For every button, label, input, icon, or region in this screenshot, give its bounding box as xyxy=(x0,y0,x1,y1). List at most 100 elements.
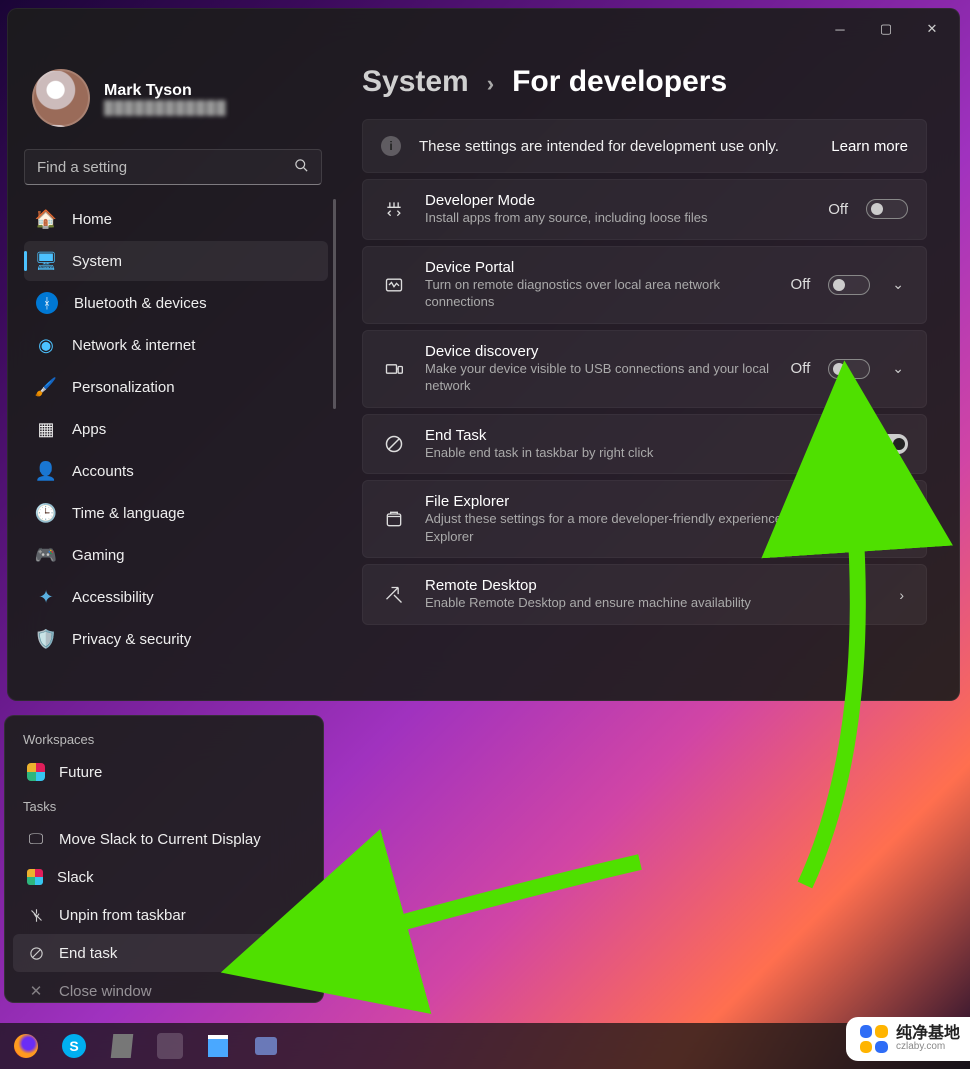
workspaces-header: Workspaces xyxy=(9,724,319,753)
device-portal-icon xyxy=(381,275,407,295)
developer-mode-toggle[interactable] xyxy=(866,199,908,219)
cm-unpin[interactable]: Unpin from taskbar xyxy=(13,896,315,934)
avatar xyxy=(32,69,90,127)
cm-close-window[interactable]: ✕Close window xyxy=(13,972,315,1003)
cm-label: Move Slack to Current Display xyxy=(59,831,261,848)
accessibility-icon: ✦ xyxy=(36,587,56,608)
sidebar-item-personalization[interactable]: 🖌️Personalization xyxy=(24,367,328,407)
nav: 🏠 Home 🖥System ᚼ Bluetooth & devices ◉ Netw… xyxy=(24,197,338,692)
end-task-toggle[interactable] xyxy=(866,434,908,454)
content: System › For developers i These settings… xyxy=(338,49,959,700)
maximize-button[interactable]: ▢ xyxy=(863,14,909,44)
sidebar-item-accounts[interactable]: 👤Accounts xyxy=(24,451,328,491)
chevron-down-icon[interactable]: ⌄ xyxy=(888,511,908,528)
apps-icon: ▦ xyxy=(36,419,56,440)
app-icon xyxy=(255,1037,277,1055)
taskbar-skype[interactable]: S xyxy=(52,1026,96,1066)
sidebar-item-label: Home xyxy=(72,211,112,228)
cm-end-task[interactable]: End task xyxy=(13,934,315,972)
taskbar-app-6[interactable] xyxy=(244,1026,288,1066)
row-developer-mode[interactable]: Developer ModeInstall apps from any sour… xyxy=(362,179,927,240)
sidebar-item-label: Gaming xyxy=(72,547,125,564)
notepad-icon xyxy=(208,1035,228,1057)
unpin-icon xyxy=(27,908,45,923)
minimize-button[interactable]: ─ xyxy=(817,14,863,44)
watermark-text-cn: 纯净基地 xyxy=(896,1026,960,1042)
sidebar-item-network[interactable]: ◉ Network & internet xyxy=(24,325,328,365)
sidebar-item-system[interactable]: 🖥System xyxy=(24,241,328,281)
row-file-explorer[interactable]: File ExplorerAdjust these settings for a… xyxy=(362,480,927,558)
user-block[interactable]: Mark Tyson ████████████ xyxy=(24,57,338,149)
taskbar-context-menu: Workspaces Future Tasks 🖵Move Slack to C… xyxy=(4,715,324,1003)
sidebar-item-label: Network & internet xyxy=(72,337,195,354)
row-sub: Turn on remote diagnostics over local ar… xyxy=(425,276,773,311)
sidebar-item-bluetooth[interactable]: ᚼ Bluetooth & devices xyxy=(24,283,328,323)
row-sub: Enable end task in taskbar by right clic… xyxy=(425,444,810,462)
row-device-discovery[interactable]: Device discoveryMake your device visible… xyxy=(362,330,927,408)
slack-icon xyxy=(27,763,45,781)
tasks-header: Tasks xyxy=(9,791,319,820)
cm-label: Slack xyxy=(57,869,94,886)
search-input[interactable] xyxy=(37,159,294,176)
breadcrumb-chevron-icon: › xyxy=(487,71,494,97)
row-end-task[interactable]: End TaskEnable end task in taskbar by ri… xyxy=(362,414,927,475)
search-box[interactable] xyxy=(24,149,322,185)
watermark: 纯净基地 czlaby.com xyxy=(846,1017,970,1061)
close-button[interactable]: ✕ xyxy=(909,14,955,44)
cm-slack[interactable]: Slack xyxy=(13,858,315,896)
toggle-state: Off xyxy=(791,276,811,293)
device-portal-toggle[interactable] xyxy=(828,275,870,295)
home-icon: 🏠 xyxy=(36,209,56,230)
breadcrumb-parent[interactable]: System xyxy=(362,65,469,99)
sidebar-item-label: Personalization xyxy=(72,379,175,396)
taskbar-firefox[interactable] xyxy=(4,1026,48,1066)
cm-label: Future xyxy=(59,764,102,781)
bluetooth-icon: ᚼ xyxy=(36,292,58,314)
page-title: For developers xyxy=(512,65,727,99)
sidebar-item-label: Time & language xyxy=(72,505,185,522)
sidebar-item-home[interactable]: 🏠 Home xyxy=(24,199,328,239)
chevron-right-icon[interactable]: › xyxy=(895,587,908,603)
row-remote-desktop[interactable]: Remote DesktopEnable Remote Desktop and … xyxy=(362,564,927,625)
time-icon: 🕒 xyxy=(36,503,56,524)
chevron-down-icon[interactable]: ⌄ xyxy=(888,360,908,377)
app-icon xyxy=(157,1033,183,1059)
annotation-arrow-2 xyxy=(340,850,680,995)
end-task-icon xyxy=(27,946,45,961)
network-icon: ◉ xyxy=(36,335,56,356)
scrollbar-thumb[interactable] xyxy=(333,199,336,409)
taskbar-notepad[interactable] xyxy=(196,1026,240,1066)
search-icon[interactable] xyxy=(294,158,309,177)
chevron-down-icon[interactable]: ⌄ xyxy=(888,276,908,293)
user-name: Mark Tyson xyxy=(104,82,227,100)
row-sub: Enable Remote Desktop and ensure machine… xyxy=(425,594,877,612)
end-task-icon xyxy=(381,434,407,454)
sidebar-item-apps[interactable]: ▦Apps xyxy=(24,409,328,449)
settings-window: ─ ▢ ✕ Mark Tyson ████████████ xyxy=(7,8,960,701)
row-device-portal[interactable]: Device PortalTurn on remote diagnostics … xyxy=(362,246,927,324)
sidebar-item-label: Accessibility xyxy=(72,589,154,606)
cm-workspace-future[interactable]: Future xyxy=(13,753,315,791)
breadcrumb: System › For developers xyxy=(362,61,927,119)
sidebar-item-label: Bluetooth & devices xyxy=(74,295,207,312)
toggle-state: Off xyxy=(791,360,811,377)
learn-more-link[interactable]: Learn more xyxy=(831,138,908,155)
row-title: Device discovery xyxy=(425,343,773,360)
sidebar-item-label: Accounts xyxy=(72,463,134,480)
cm-label: Close window xyxy=(59,983,152,1000)
row-title: End Task xyxy=(425,427,810,444)
info-banner: i These settings are intended for develo… xyxy=(362,119,927,173)
watermark-logo-icon xyxy=(860,1025,888,1053)
taskbar-app-4[interactable] xyxy=(148,1026,192,1066)
taskbar: S xyxy=(0,1023,970,1069)
cm-move-display[interactable]: 🖵Move Slack to Current Display xyxy=(13,820,315,858)
sidebar-item-gaming[interactable]: 🎮Gaming xyxy=(24,535,328,575)
cm-label: End task xyxy=(59,945,117,962)
sidebar-item-time[interactable]: 🕒 Time & language xyxy=(24,493,328,533)
device-discovery-toggle[interactable] xyxy=(828,359,870,379)
row-title: Developer Mode xyxy=(425,192,810,209)
taskbar-app-3[interactable] xyxy=(100,1026,144,1066)
toggle-state: Off xyxy=(828,201,848,218)
sidebar-item-privacy[interactable]: 🛡️Privacy & security xyxy=(24,619,328,659)
sidebar-item-accessibility[interactable]: ✦ Accessibility xyxy=(24,577,328,617)
